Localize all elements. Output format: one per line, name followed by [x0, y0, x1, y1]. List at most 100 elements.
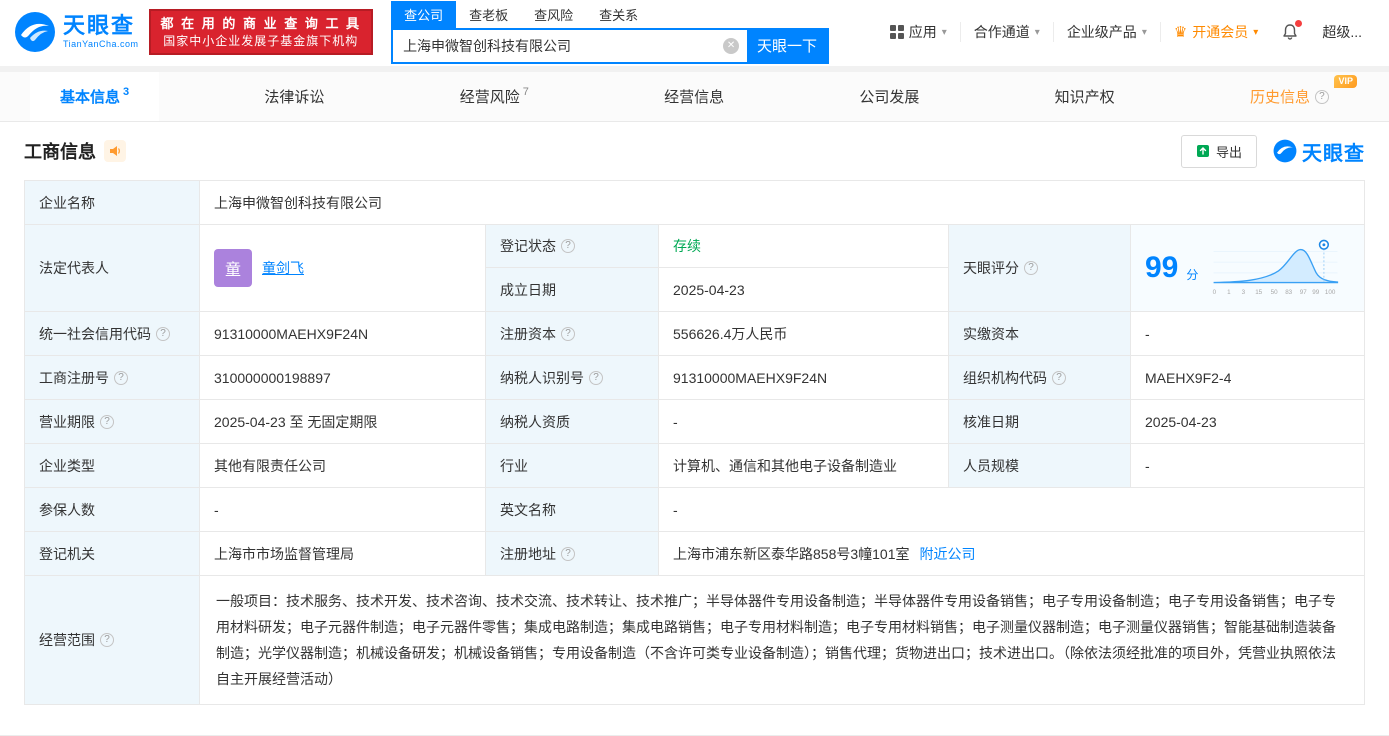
field-label: 统一社会信用代码 [39, 325, 151, 342]
tab-legal-proceedings[interactable]: 法律诉讼 [234, 72, 354, 121]
tab-operating-info[interactable]: 经营信息 [634, 72, 754, 121]
insured-count-value-cell: - [200, 488, 486, 531]
business-scope-value-cell: 一般项目：技术服务、技术开发、技术咨询、技术交流、技术转让、技术推广；半导体器件… [216, 593, 1336, 687]
tab-intellectual-property[interactable]: 知识产权 [1025, 72, 1145, 121]
help-icon[interactable]: ? [156, 326, 170, 341]
field-label: 成立日期 [500, 281, 556, 298]
score-unit: 分 [1186, 267, 1199, 282]
export-label: 导出 [1215, 144, 1242, 160]
field-label: 注册地址 [500, 545, 556, 562]
field-label: 英文名称 [500, 501, 556, 518]
section-actions: 导出 天眼查 [1180, 134, 1365, 168]
nav-open-membership[interactable]: ♛ 开通会员 ▾ [1159, 22, 1271, 42]
chevron-down-icon: ▾ [1253, 26, 1259, 38]
english-name-value-cell: - [673, 501, 678, 518]
paid-capital-value-cell: - [1145, 325, 1150, 342]
staff-size-value-cell: - [1145, 457, 1150, 474]
field-label: 纳税人资质 [500, 413, 570, 430]
banner-line2: 国家中小企业发展子基金旗下机构 [163, 33, 359, 48]
tab-label: 公司发展 [859, 89, 920, 106]
field-label: 纳税人识别号 [500, 369, 584, 386]
section-header: 工商信息 导出 天眼查 [24, 122, 1365, 180]
nav-enterprise[interactable]: 企业级产品 ▾ [1052, 22, 1160, 42]
help-icon[interactable]: ? [561, 239, 575, 253]
search-button[interactable]: 天眼一下 [747, 29, 828, 62]
announcement-horn-icon[interactable] [104, 140, 126, 162]
svg-text:97: 97 [1300, 289, 1307, 296]
nearby-companies-link[interactable]: 附近公司 [920, 544, 976, 564]
reg-address-value-cell: 上海市浦东新区泰华路858号3幢101室 附近公司 [659, 532, 1364, 575]
search-input[interactable] [393, 37, 724, 54]
export-button[interactable]: 导出 [1180, 134, 1257, 168]
help-icon[interactable]: ? [114, 370, 128, 385]
main-content: 工商信息 导出 天眼查 企业名称 上海申微智创科技有限公司 法定代表人 童 童剑… [0, 122, 1389, 735]
chevron-down-icon: ▾ [1034, 26, 1040, 38]
section-title: 工商信息 [24, 142, 96, 162]
credit-code-label-cell: 统一社会信用代码 ? [25, 312, 200, 355]
field-label: 登记状态 [500, 238, 556, 254]
notification-bell[interactable] [1271, 20, 1309, 41]
clear-search-icon[interactable]: ✕ [723, 37, 740, 54]
tab-basic-info[interactable]: 基本信息 3 [30, 72, 160, 121]
nav-apps[interactable]: 应用 ▾ [877, 22, 960, 42]
tab-label: 法律诉讼 [264, 89, 325, 106]
search-tab-risk[interactable]: 查风险 [521, 1, 586, 28]
table-row: 登记机关 上海市市场监督管理局 注册地址 ? 上海市浦东新区泰华路858号3幢1… [25, 532, 1364, 576]
tab-label: 知识产权 [1054, 89, 1115, 106]
logo-text: 天眼查 TianYanCha.com [63, 15, 139, 49]
help-icon[interactable]: ? [589, 370, 603, 385]
apps-grid-icon [889, 25, 904, 39]
search-tab-company[interactable]: 查公司 [391, 0, 457, 28]
help-icon[interactable]: ? [1314, 89, 1329, 104]
help-icon[interactable]: ? [1052, 370, 1066, 385]
nav-partner[interactable]: 合作通道 ▾ [959, 22, 1053, 42]
tab-count: 3 [123, 85, 130, 98]
svg-text:50: 50 [1271, 289, 1278, 296]
tab-operating-risk[interactable]: 经营风险 7 [430, 72, 559, 121]
help-icon[interactable]: ? [100, 414, 114, 429]
tab-label: 经营风险 [459, 89, 520, 106]
legal-rep-link[interactable]: 童剑飞 [262, 258, 304, 278]
nav-super-vip[interactable]: 超级... [1309, 22, 1375, 42]
table-row: 统一社会信用代码 ? 91310000MAEHX9F24N 注册资本 ? 556… [25, 312, 1364, 356]
reg-authority-value-cell: 上海市市场监督管理局 [200, 532, 486, 575]
score-value-cell: 99 分 0 1 3 15 50 83 97 99 100 [1131, 225, 1364, 311]
field-label: 登记机关 [39, 545, 95, 562]
credit-code-value-cell: 91310000MAEHX9F24N [200, 312, 486, 355]
nav-apps-label: 应用 [908, 24, 937, 40]
score-distribution-chart: 0 1 3 15 50 83 97 99 100 [1213, 239, 1339, 296]
svg-text:0: 0 [1213, 289, 1217, 296]
search-tab-boss[interactable]: 查老板 [456, 1, 521, 28]
org-code-label-cell: 组织机构代码 ? [949, 356, 1131, 399]
tab-count: 7 [522, 85, 529, 98]
tab-history-info[interactable]: 历史信息 ? VIP [1220, 72, 1359, 121]
reg-number-label-cell: 工商注册号 ? [25, 356, 200, 399]
approval-date-label-cell: 核准日期 [949, 400, 1131, 443]
svg-text:1: 1 [1228, 289, 1232, 296]
industry-value-cell: 计算机、通信和其他电子设备制造业 [659, 444, 949, 487]
tianyancha-logo[interactable]: 天眼查 TianYanCha.com [14, 11, 139, 53]
crown-icon: ♛ [1173, 23, 1188, 41]
approval-date-value-cell: 2025-04-23 [1145, 413, 1217, 430]
help-icon[interactable]: ? [561, 546, 575, 561]
help-icon[interactable]: ? [1024, 261, 1038, 275]
tab-company-development[interactable]: 公司发展 [829, 72, 949, 121]
establish-date-value-cell: 2025-04-23 [659, 268, 949, 311]
legal-rep-value-cell: 童 童剑飞 [200, 225, 486, 311]
search-tab-relation[interactable]: 查关系 [586, 1, 651, 28]
field-label: 工商注册号 [39, 369, 109, 386]
taxpayer-id-value-cell: 91310000MAEHX9F24N [659, 356, 949, 399]
notification-dot [1295, 20, 1303, 27]
help-icon[interactable]: ? [561, 326, 575, 341]
help-icon[interactable]: ? [100, 633, 114, 647]
nav-membership-label: 开通会员 [1192, 24, 1249, 40]
watermark-brand-name: 天眼查 [1302, 142, 1365, 165]
insured-count-label-cell: 参保人数 [25, 488, 200, 531]
legal-rep-avatar[interactable]: 童 [214, 249, 252, 287]
horn-icon-glyph [110, 146, 120, 156]
svg-text:83: 83 [1286, 289, 1293, 296]
company-name-value-cell: 上海申微智创科技有限公司 [214, 194, 382, 211]
reg-capital-value-cell: 556626.4万人民币 [659, 312, 949, 355]
reg-authority-label-cell: 登记机关 [25, 532, 200, 575]
svg-text:15: 15 [1256, 289, 1263, 296]
